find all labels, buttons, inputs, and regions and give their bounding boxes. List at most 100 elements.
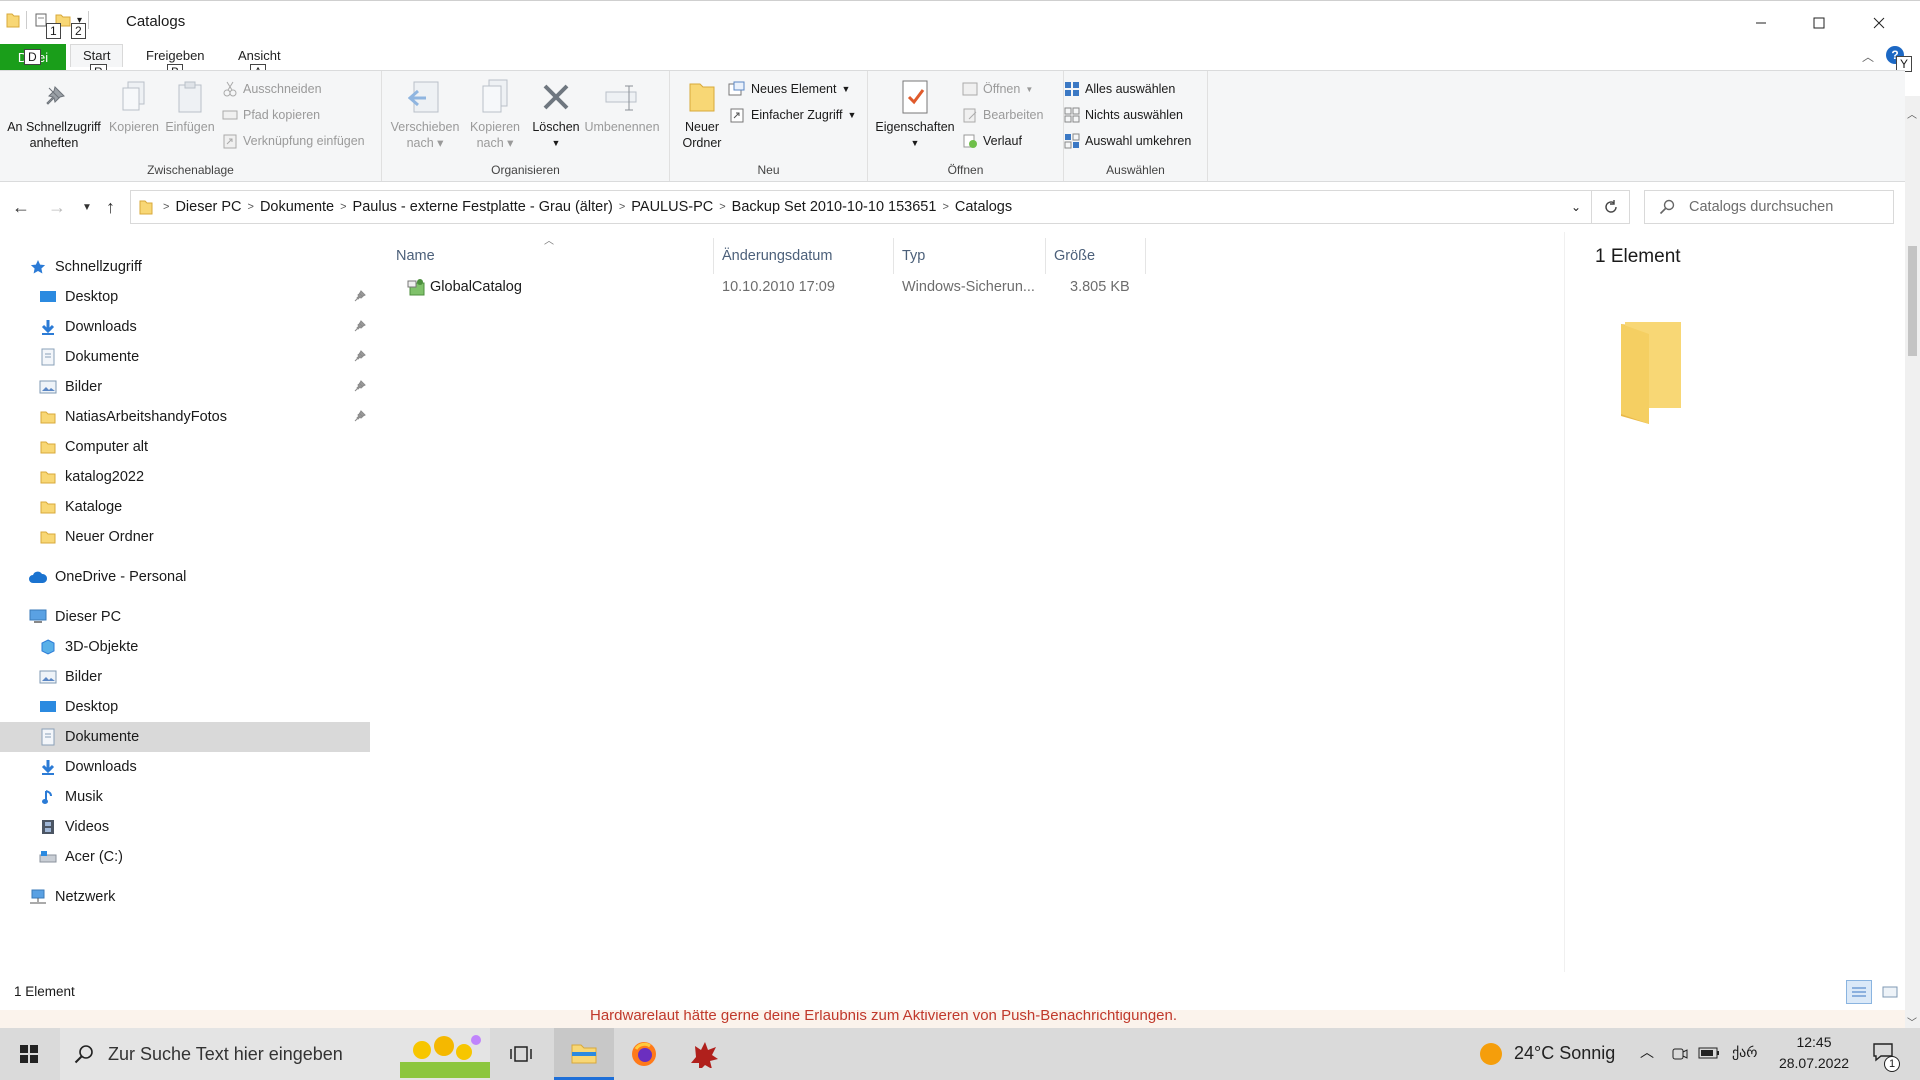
- large-icons-view-icon[interactable]: [1878, 980, 1902, 1004]
- nav-quick-access[interactable]: Schnellzugriff: [0, 252, 370, 282]
- invert-selection-button[interactable]: Auswahl umkehren: [1064, 133, 1191, 149]
- new-folder-button[interactable]: Neuer Ordner: [674, 75, 730, 151]
- nav-network[interactable]: Netzwerk: [0, 882, 370, 912]
- input-language[interactable]: ქარ: [1732, 1044, 1757, 1061]
- nav-this-pc[interactable]: Dieser PC: [0, 602, 370, 632]
- taskbar-file-explorer[interactable]: [554, 1028, 614, 1080]
- up-arrow-icon[interactable]: ↑: [106, 197, 115, 218]
- nav-pc-videos[interactable]: Videos: [0, 812, 370, 842]
- chevron-right-icon[interactable]: >: [619, 201, 625, 213]
- nav-pc-drive-c[interactable]: Acer (C:): [0, 842, 370, 872]
- taskbar-search-box[interactable]: Zur Suche Text hier eingeben: [60, 1028, 490, 1080]
- column-header-name[interactable]: Name: [372, 238, 714, 274]
- breadcrumb-paulus-pc[interactable]: PAULUS-PC: [631, 199, 713, 215]
- column-header-size[interactable]: Größe: [1046, 238, 1146, 274]
- paste-shortcut-button[interactable]: Verknüpfung einfügen: [222, 133, 365, 149]
- move-to-button[interactable]: Verschieben nach ▾: [388, 75, 462, 151]
- chevron-right-icon[interactable]: >: [248, 201, 254, 213]
- copy-to-button[interactable]: Kopieren nach ▾: [464, 75, 526, 151]
- breadcrumb-catalogs[interactable]: Catalogs: [955, 199, 1012, 215]
- start-button[interactable]: [0, 1028, 58, 1080]
- pin-icon[interactable]: [354, 380, 366, 396]
- nav-qa-downloads[interactable]: Downloads: [0, 312, 370, 342]
- nav-pc-documents[interactable]: Dokumente: [0, 722, 370, 752]
- pin-icon[interactable]: [354, 350, 366, 366]
- nav-pc-pictures[interactable]: Bilder: [0, 662, 370, 692]
- weather-sun-icon[interactable]: [1480, 1043, 1502, 1065]
- column-header-date[interactable]: Änderungsdatum: [714, 238, 894, 274]
- open-button[interactable]: Öffnen ▼: [962, 81, 1033, 97]
- copy-button[interactable]: Kopieren: [106, 75, 162, 135]
- nav-qa-neuer-ordner[interactable]: Neuer Ordner: [0, 522, 370, 552]
- nav-pc-3d-objects[interactable]: 3D-Objekte: [0, 632, 370, 662]
- edit-button[interactable]: Bearbeiten: [962, 107, 1043, 123]
- select-none-button[interactable]: Nichts auswählen: [1064, 107, 1183, 123]
- scroll-up-icon[interactable]: ︿: [1907, 106, 1917, 121]
- address-bar[interactable]: > Dieser PC > Dokumente > Paulus - exter…: [130, 190, 1592, 224]
- weather-text[interactable]: 24°C Sonnig: [1514, 1043, 1615, 1064]
- nav-qa-natias[interactable]: NatiasArbeitshandyFotos: [0, 402, 370, 432]
- nav-qa-desktop[interactable]: Desktop: [0, 282, 370, 312]
- rename-button[interactable]: Umbenennen: [580, 75, 664, 135]
- paste-button[interactable]: Einfügen: [164, 75, 216, 135]
- select-all-button[interactable]: Alles auswählen: [1064, 81, 1175, 97]
- breadcrumb-dokumente[interactable]: Dokumente: [260, 199, 334, 215]
- task-view-button[interactable]: [494, 1028, 548, 1080]
- nav-qa-kataloge[interactable]: Kataloge: [0, 492, 370, 522]
- tab-share[interactable]: Freigeben: [146, 48, 205, 63]
- column-header-type[interactable]: Typ: [894, 238, 1046, 274]
- taskbar-search-input[interactable]: Zur Suche Text hier eingeben: [108, 1044, 343, 1065]
- pin-icon[interactable]: [354, 290, 366, 306]
- address-history-icon[interactable]: ⌄: [1571, 200, 1581, 214]
- chevron-right-icon[interactable]: >: [340, 201, 346, 213]
- chevron-right-icon[interactable]: >: [719, 201, 725, 213]
- table-row[interactable]: GlobalCatalog 10.10.2010 17:09 Windows-S…: [390, 272, 1510, 302]
- refresh-button[interactable]: [1592, 190, 1630, 224]
- cut-button[interactable]: Ausschneiden: [222, 81, 322, 97]
- history-button[interactable]: Verlauf: [962, 133, 1022, 149]
- properties-button[interactable]: Eigenschaften ▼: [872, 75, 958, 151]
- vertical-scrollbar[interactable]: ︿ ﹀: [1905, 96, 1920, 1031]
- delete-button[interactable]: Löschen ▼: [528, 75, 584, 151]
- pin-icon: [46, 86, 65, 105]
- chevron-right-icon[interactable]: >: [163, 201, 169, 213]
- pin-icon[interactable]: [354, 410, 366, 426]
- nav-pc-downloads[interactable]: Downloads: [0, 752, 370, 782]
- nav-pc-desktop[interactable]: Desktop: [0, 692, 370, 722]
- nav-qa-documents[interactable]: Dokumente: [0, 342, 370, 372]
- nav-pc-music[interactable]: Musik: [0, 782, 370, 812]
- close-button[interactable]: [1850, 1, 1908, 45]
- show-hidden-icons-icon[interactable]: ︿: [1640, 1042, 1654, 1062]
- copy-path-button[interactable]: Pfad kopieren: [222, 107, 320, 123]
- taskbar-app[interactable]: [674, 1028, 734, 1080]
- scrollbar-thumb[interactable]: [1908, 246, 1917, 356]
- breadcrumb-dieser-pc[interactable]: Dieser PC: [175, 199, 241, 215]
- breadcrumb-paulus-drive[interactable]: Paulus - externe Festplatte - Grau (älte…: [353, 199, 613, 215]
- nav-qa-katalog2022[interactable]: katalog2022: [0, 462, 370, 492]
- chevron-right-icon[interactable]: >: [942, 201, 948, 213]
- pin-quick-access-button[interactable]: An Schnellzugriff anheften: [4, 75, 104, 151]
- meet-now-icon[interactable]: [1670, 1044, 1688, 1062]
- nav-onedrive[interactable]: OneDrive - Personal: [0, 562, 370, 592]
- tab-view[interactable]: Ansicht: [238, 48, 281, 63]
- easy-access-button[interactable]: Einfacher Zugriff ▼: [728, 107, 856, 123]
- nav-qa-computer-alt[interactable]: Computer alt: [0, 432, 370, 462]
- back-arrow-icon[interactable]: ←: [12, 197, 30, 218]
- maximize-button[interactable]: [1790, 1, 1848, 45]
- pin-icon[interactable]: [354, 320, 366, 336]
- recent-locations-icon[interactable]: ▼: [82, 202, 92, 213]
- forward-arrow-icon[interactable]: →: [48, 197, 66, 218]
- breadcrumb-backup-set[interactable]: Backup Set 2010-10-10 153651: [732, 199, 937, 215]
- nav-qa-pictures[interactable]: Bilder: [0, 372, 370, 402]
- clock[interactable]: 12:45 28.07.2022: [1764, 1032, 1864, 1074]
- scroll-down-icon[interactable]: ﹀: [1907, 1014, 1917, 1029]
- search-box[interactable]: Catalogs durchsuchen: [1644, 190, 1894, 224]
- search-input[interactable]: Catalogs durchsuchen: [1689, 199, 1833, 215]
- collapse-ribbon-icon[interactable]: ︿: [1862, 48, 1874, 65]
- scissors-icon: [223, 81, 237, 97]
- details-view-icon[interactable]: [1846, 980, 1872, 1004]
- battery-icon[interactable]: [1698, 1046, 1720, 1060]
- taskbar-firefox[interactable]: [614, 1028, 674, 1080]
- minimize-button[interactable]: [1732, 1, 1790, 45]
- new-item-button[interactable]: Neues Element ▼: [728, 81, 850, 97]
